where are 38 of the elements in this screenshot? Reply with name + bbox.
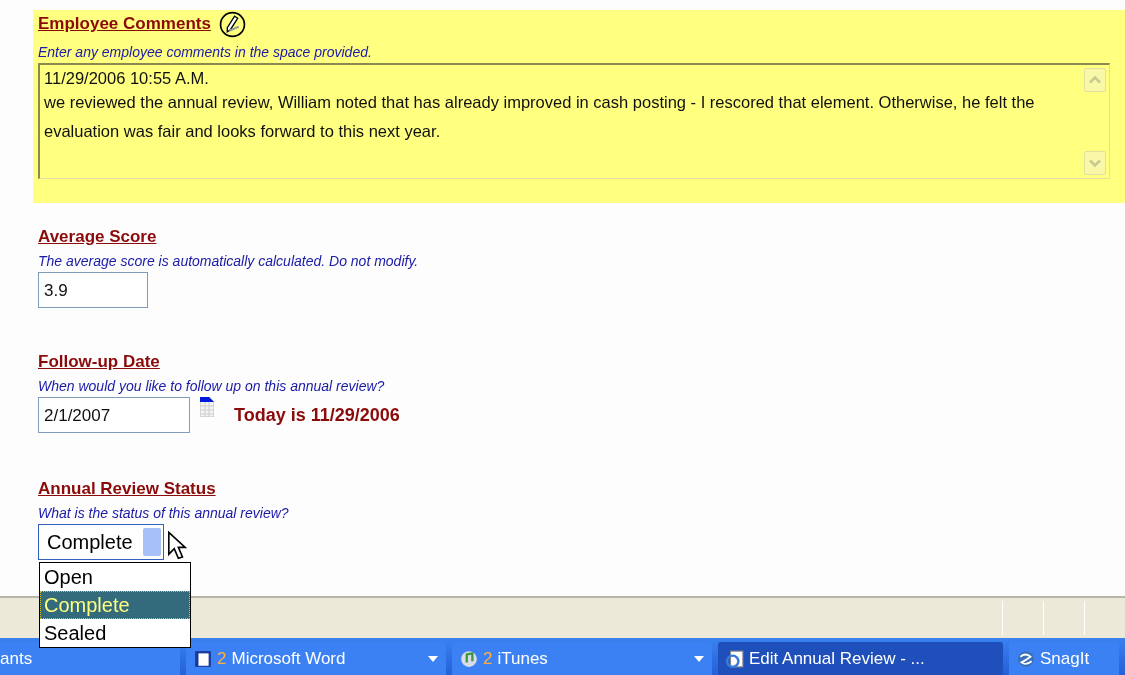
today-text: Today is 11/29/2006 xyxy=(234,404,400,426)
browser-page-icon xyxy=(726,649,744,668)
taskbar-label: Edit Annual Review - ... xyxy=(749,648,926,669)
window-count: 2 xyxy=(217,648,227,669)
document-icon xyxy=(194,649,212,668)
scroll-up-icon[interactable] xyxy=(1084,68,1106,92)
hint-text: Enter any employee comments in the space provided. xyxy=(38,44,373,60)
scroll-down-icon[interactable] xyxy=(1084,151,1106,175)
taskbar-button[interactable]: SnagIt xyxy=(1009,642,1119,675)
hint-text: When would you like to follow up on this annual review? xyxy=(38,378,385,394)
taskbar-button[interactable]: 2 iTunes xyxy=(452,642,712,675)
calendar-icon[interactable] xyxy=(200,397,214,417)
pencil-icon[interactable] xyxy=(218,10,246,38)
taskbar-label: ants xyxy=(0,648,33,669)
comments-field[interactable] xyxy=(38,63,1110,179)
taskbar-label: SnagIt xyxy=(1040,648,1091,669)
score-field[interactable]: 3.9 xyxy=(38,272,148,308)
dropdown-option[interactable]: Open xyxy=(40,563,190,591)
date-field[interactable]: 2/1/2007 xyxy=(38,397,190,433)
section-title: Employee Comments xyxy=(38,14,211,34)
taskbar-label: Microsoft Word xyxy=(231,648,347,669)
music-disc-icon xyxy=(460,649,478,668)
caret-icon xyxy=(428,655,438,662)
taskbar-label: iTunes xyxy=(497,648,549,669)
taskbar-button[interactable]: 2 Microsoft Word xyxy=(186,642,446,675)
dropdown-option[interactable]: Complete xyxy=(40,591,190,619)
window-count: 2 xyxy=(483,648,493,669)
hint-text: The average score is automatically calculated. Do not modify. xyxy=(38,253,419,269)
mouse-pointer-icon xyxy=(167,531,187,561)
section-title: Annual Review Status xyxy=(38,479,216,499)
comment-text: 11/29/2006 10:55 A.M. xyxy=(44,68,210,88)
comment-text: we reviewed the annual review, William noted that has already improved in cash posting - I rescored that element. Otherwise, he felt the evaluation was fair and looks forward to this next year. xyxy=(44,92,1036,142)
section-title: Follow-up Date xyxy=(38,352,160,372)
hint-text: What is the status of this annual review? xyxy=(38,505,289,521)
taskbar-button[interactable]: Edit Annual Review - ... xyxy=(718,642,1003,675)
caret-icon xyxy=(694,655,704,662)
section-title: Average Score xyxy=(38,227,157,247)
scrollbar[interactable] xyxy=(1084,65,1109,178)
